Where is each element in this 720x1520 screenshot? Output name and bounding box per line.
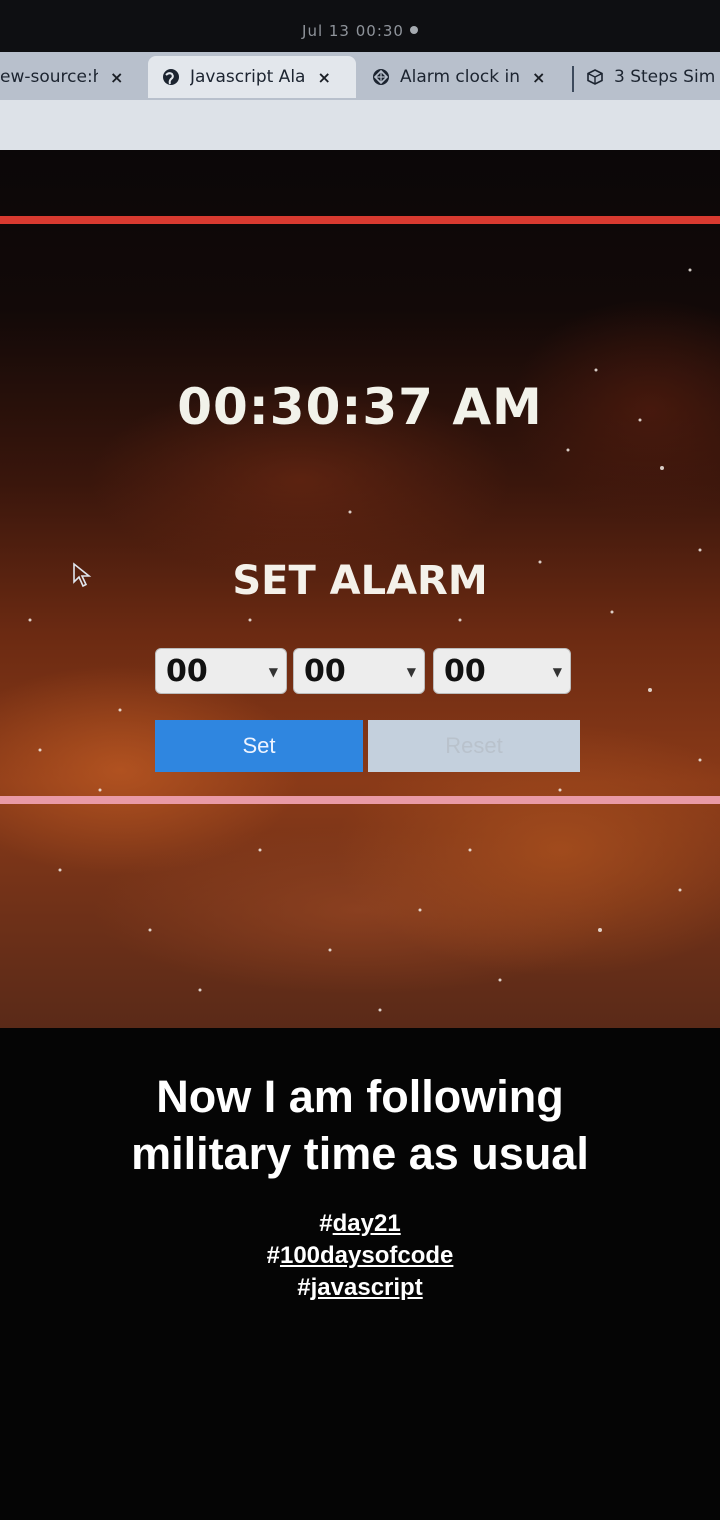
minute-select[interactable]: 00 ▼ [293,648,425,694]
browser-toolbar [0,100,720,153]
codepen-icon [373,69,389,85]
chevron-down-icon: ▼ [552,665,562,679]
set-button[interactable]: Set [155,720,363,772]
chevron-down-icon: ▼ [406,665,416,679]
caption-line-1: Now I am following [156,1071,564,1122]
alarm-page: 00:30:37 AM SET ALARM 00 ▼ 00 ▼ 00 ▼ Set… [0,150,720,1028]
current-time: 00:30:37 AM [177,378,543,436]
second-select[interactable]: 00 ▼ [433,648,571,694]
hashtag-list: #day21 #100daysofcode #javascript [0,1208,720,1304]
cube-icon [587,69,603,85]
story-caption: Now I am following military time as usua… [0,1068,720,1182]
status-dot-icon [409,26,418,34]
reset-button[interactable]: Reset [368,720,580,772]
caption-line-2: military time as usual [131,1128,589,1179]
system-clock[interactable]: Jul 13 00:30 [0,22,720,40]
tab-label: 3 Steps Sim [614,67,716,87]
hashtag-day21[interactable]: #day21 [0,1208,720,1240]
tab-close-icon[interactable]: × [532,68,545,87]
tab-alarm-clock[interactable]: Alarm clock in × [372,56,562,98]
minute-select-value: 00 [304,653,346,689]
hashtag-javascript[interactable]: #javascript [0,1272,720,1304]
monitor-photo: Jul 13 00:30 ew-source:h × Javascript Al… [0,0,720,1028]
tab-close-icon[interactable]: × [110,68,123,87]
system-datetime: Jul 13 00:30 [302,22,404,40]
hour-select-value: 00 [166,653,208,689]
tab-label: Alarm clock in [400,67,520,87]
tab-separator [572,66,574,92]
second-select-value: 00 [444,653,486,689]
tab-view-source[interactable]: ew-source:h × [0,56,140,98]
tab-label: Javascript Ala [190,67,306,87]
top-rule [0,216,720,224]
set-alarm-heading: SET ALARM [232,558,488,604]
bottom-rule [0,796,720,804]
tab-javascript-alarm[interactable]: Javascript Ala × [148,56,356,98]
system-top-bar: Jul 13 00:30 [0,0,720,52]
chevron-down-icon: ▼ [268,665,278,679]
hour-select[interactable]: 00 ▼ [155,648,287,694]
hashtag-100daysofcode[interactable]: #100daysofcode [0,1240,720,1272]
tab-label: ew-source:h [0,67,98,87]
tab-close-icon[interactable]: × [317,68,330,87]
globe-icon [163,69,179,85]
mouse-pointer-icon [73,562,92,588]
browser-tab-strip: ew-source:h × Javascript Ala × Alarm clo… [0,52,720,100]
tab-3-steps[interactable]: 3 Steps Sim [586,56,720,98]
